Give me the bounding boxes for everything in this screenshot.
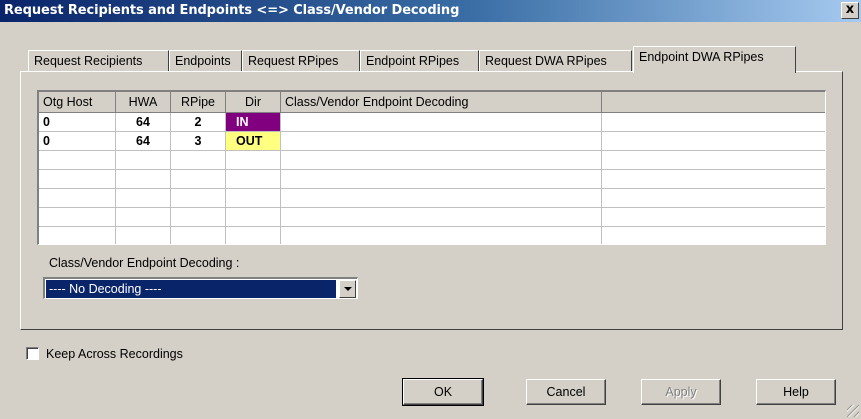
table-cell [39, 189, 116, 208]
tab-request-rpipes[interactable]: Request RPipes [242, 50, 360, 71]
table-cell: OUT [226, 132, 281, 151]
tab-request-dwa-rpipes[interactable]: Request DWA RPipes [479, 50, 632, 71]
table-cell [171, 208, 226, 227]
table-cell: 64 [116, 113, 171, 132]
empty-row[interactable] [39, 189, 825, 208]
tab-panel: Otg Host HWA RPipe Dir Class/Vendor Endp… [20, 71, 843, 330]
table-cell [116, 170, 171, 189]
table-cell [116, 189, 171, 208]
table-cell [602, 189, 825, 208]
apply-button[interactable]: Apply [641, 379, 721, 405]
col-decoding[interactable]: Class/Vendor Endpoint Decoding [281, 92, 602, 113]
table-cell [602, 113, 825, 132]
resize-grip-icon[interactable] [847, 405, 859, 417]
table-row[interactable]: 0 64 2 IN [39, 113, 825, 132]
empty-row[interactable] [39, 151, 825, 170]
grid-header: Otg Host HWA RPipe Dir Class/Vendor Endp… [39, 92, 825, 113]
keep-across-checkbox[interactable] [26, 347, 39, 360]
table-cell [39, 208, 116, 227]
table-cell [226, 227, 281, 244]
table-cell: 3 [171, 132, 226, 151]
tab-request-recipients[interactable]: Request Recipients [28, 50, 169, 71]
decoding-label: Class/Vendor Endpoint Decoding : [49, 256, 240, 270]
table-cell: 0 [39, 113, 116, 132]
tab-endpoints[interactable]: Endpoints [169, 50, 242, 71]
table-row[interactable]: 0 64 3 OUT [39, 132, 825, 151]
table-cell [602, 151, 825, 170]
window-title: Request Recipients and Endpoints <=> Cla… [4, 3, 460, 18]
col-hwa[interactable]: HWA [116, 92, 171, 113]
empty-row[interactable] [39, 227, 825, 244]
col-blank [602, 92, 825, 113]
table-cell [171, 151, 226, 170]
col-dir[interactable]: Dir [226, 92, 281, 113]
table-cell [281, 170, 602, 189]
table-cell [281, 227, 602, 244]
table-cell [116, 227, 171, 244]
table-cell: 2 [171, 113, 226, 132]
table-cell [281, 113, 602, 132]
decoding-selected-value: ---- No Decoding ---- [46, 280, 336, 298]
col-otg-host[interactable]: Otg Host [39, 92, 116, 113]
table-cell [602, 170, 825, 189]
table-cell [226, 208, 281, 227]
help-button[interactable]: Help [756, 379, 836, 405]
table-cell [226, 170, 281, 189]
table-cell: 0 [39, 132, 116, 151]
keep-across-label: Keep Across Recordings [46, 347, 183, 361]
empty-row[interactable] [39, 208, 825, 227]
table-cell [281, 208, 602, 227]
close-icon: x [845, 2, 855, 17]
table-cell [226, 189, 281, 208]
table-cell [171, 170, 226, 189]
table-cell [602, 227, 825, 244]
table-cell [602, 132, 825, 151]
chevron-down-icon[interactable] [339, 280, 356, 298]
decoding-select[interactable]: ---- No Decoding ---- [43, 277, 358, 299]
table-cell [39, 227, 116, 244]
table-cell [281, 189, 602, 208]
endpoint-grid[interactable]: Otg Host HWA RPipe Dir Class/Vendor Endp… [37, 90, 826, 245]
table-cell [116, 208, 171, 227]
cancel-button[interactable]: Cancel [526, 379, 606, 405]
table-cell [171, 189, 226, 208]
col-rpipe[interactable]: RPipe [171, 92, 226, 113]
title-bar: Request Recipients and Endpoints <=> Cla… [0, 0, 861, 22]
table-cell [226, 151, 281, 170]
table-cell [116, 151, 171, 170]
close-button[interactable]: x [841, 2, 859, 19]
ok-button[interactable]: OK [402, 378, 484, 406]
table-cell: 64 [116, 132, 171, 151]
tab-endpoint-rpipes[interactable]: Endpoint RPipes [360, 50, 479, 71]
table-cell [39, 151, 116, 170]
table-cell [281, 132, 602, 151]
empty-row[interactable] [39, 170, 825, 189]
table-cell: IN [226, 113, 281, 132]
table-cell [39, 170, 116, 189]
table-cell [171, 227, 226, 244]
tab-endpoint-dwa-rpipes[interactable]: Endpoint DWA RPipes [633, 46, 796, 73]
table-cell [602, 208, 825, 227]
table-cell [281, 151, 602, 170]
